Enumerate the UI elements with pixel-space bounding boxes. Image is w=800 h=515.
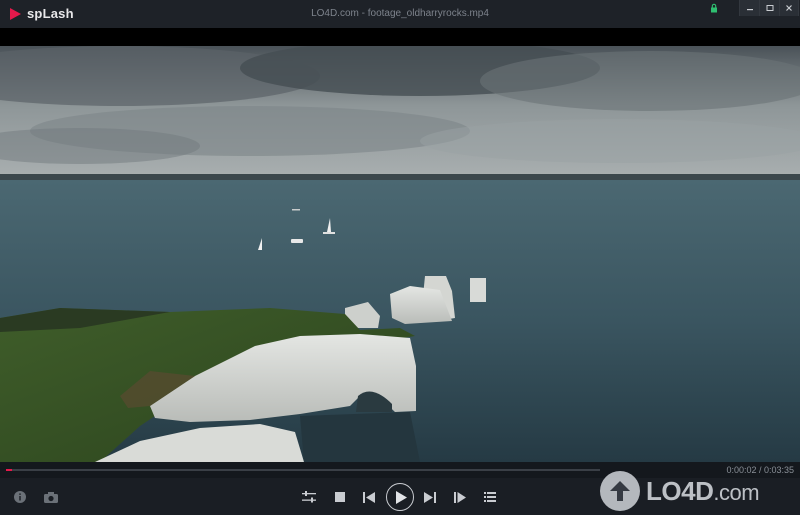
skip-forward-icon [424, 491, 436, 503]
sliders-icon [302, 491, 316, 503]
skip-back-icon [363, 491, 375, 503]
next-button[interactable] [422, 489, 438, 505]
lo4d-logo-icon [600, 471, 640, 511]
playlist-icon [484, 492, 496, 502]
lock-icon [711, 3, 717, 13]
lock-button[interactable] [703, 0, 725, 16]
equalizer-button[interactable] [300, 489, 318, 505]
stop-button[interactable] [332, 489, 348, 505]
window-controls [703, 0, 800, 28]
previous-button[interactable] [361, 489, 377, 505]
video-scene [0, 46, 800, 462]
stop-icon [335, 492, 345, 502]
snapshot-button[interactable] [42, 489, 60, 505]
play-icon [395, 490, 407, 504]
frame-step-button[interactable] [452, 489, 468, 505]
info-button[interactable] [12, 489, 28, 505]
seek-progress [6, 469, 12, 471]
letterbox-bar [0, 28, 800, 46]
camera-icon [44, 491, 58, 503]
minimize-icon [746, 9, 753, 11]
minimize-button[interactable] [739, 0, 759, 16]
playlist-button[interactable] [482, 489, 498, 505]
globe-arrow-icon [610, 481, 630, 501]
title-bar[interactable]: spLash LO4D.com - footage_oldharryrocks.… [0, 0, 800, 28]
maximize-icon [766, 5, 773, 11]
video-frame[interactable] [0, 46, 800, 462]
play-button[interactable] [386, 483, 414, 511]
watermark-text: LO4D.com [646, 475, 760, 506]
frame-step-icon [454, 491, 466, 503]
splash-player-window: spLash LO4D.com - footage_oldharryrocks.… [0, 0, 800, 515]
lo4d-watermark: LO4D.com [600, 470, 792, 512]
info-icon [14, 491, 26, 503]
close-button[interactable] [779, 0, 799, 16]
maximize-button[interactable] [759, 0, 779, 16]
window-title: LO4D.com - footage_oldharryrocks.mp4 [311, 8, 489, 19]
close-icon [786, 5, 792, 11]
seek-bar[interactable] [6, 469, 600, 471]
